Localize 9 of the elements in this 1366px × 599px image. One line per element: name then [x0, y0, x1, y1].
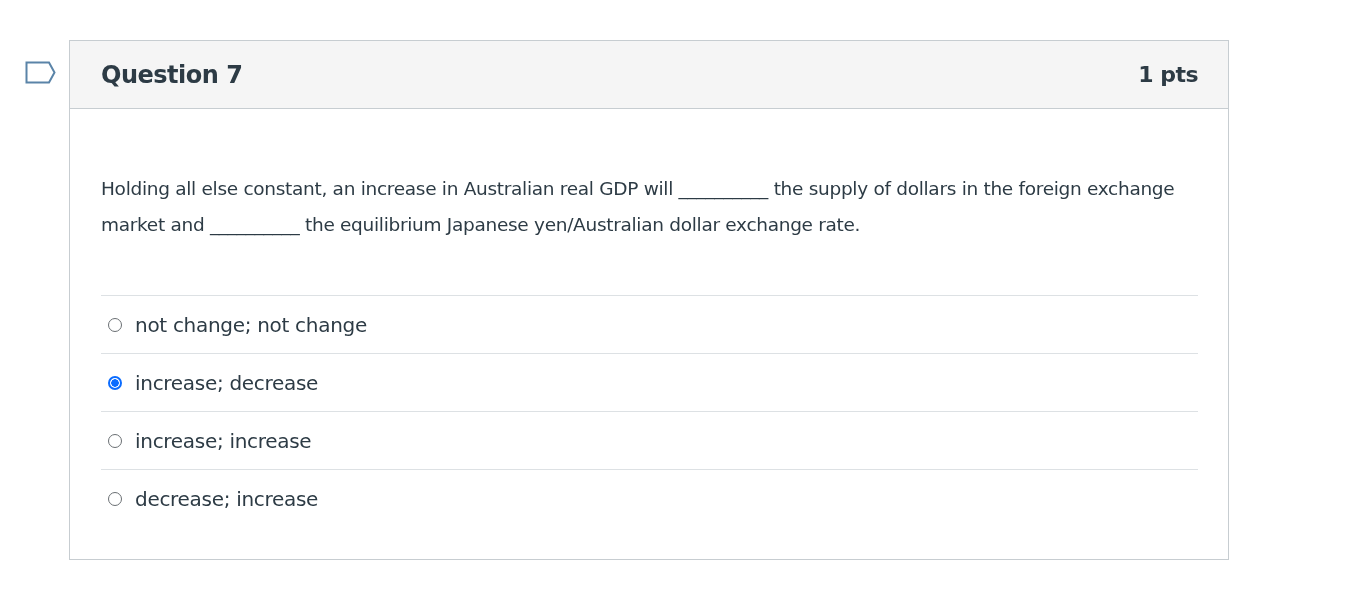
answer-label[interactable]: decrease; increase	[135, 486, 319, 511]
question-title: Question 7	[101, 60, 243, 89]
answer-label[interactable]: increase; decrease	[135, 370, 319, 395]
radio-button[interactable]	[108, 375, 122, 390]
question-text: Holding all else constant, an increase in Australian real GDP will __________ the supply of dollars in the foreign exchange market and __________ the equilibrium Japanese yen/Australian dollar exchange rate.	[101, 177, 1176, 238]
answer-label[interactable]: increase; increase	[135, 428, 312, 453]
bookmark-icon[interactable]	[25, 61, 56, 84]
question-points: 1 pts	[1138, 62, 1198, 87]
answer-label[interactable]: not change; not change	[135, 312, 367, 337]
